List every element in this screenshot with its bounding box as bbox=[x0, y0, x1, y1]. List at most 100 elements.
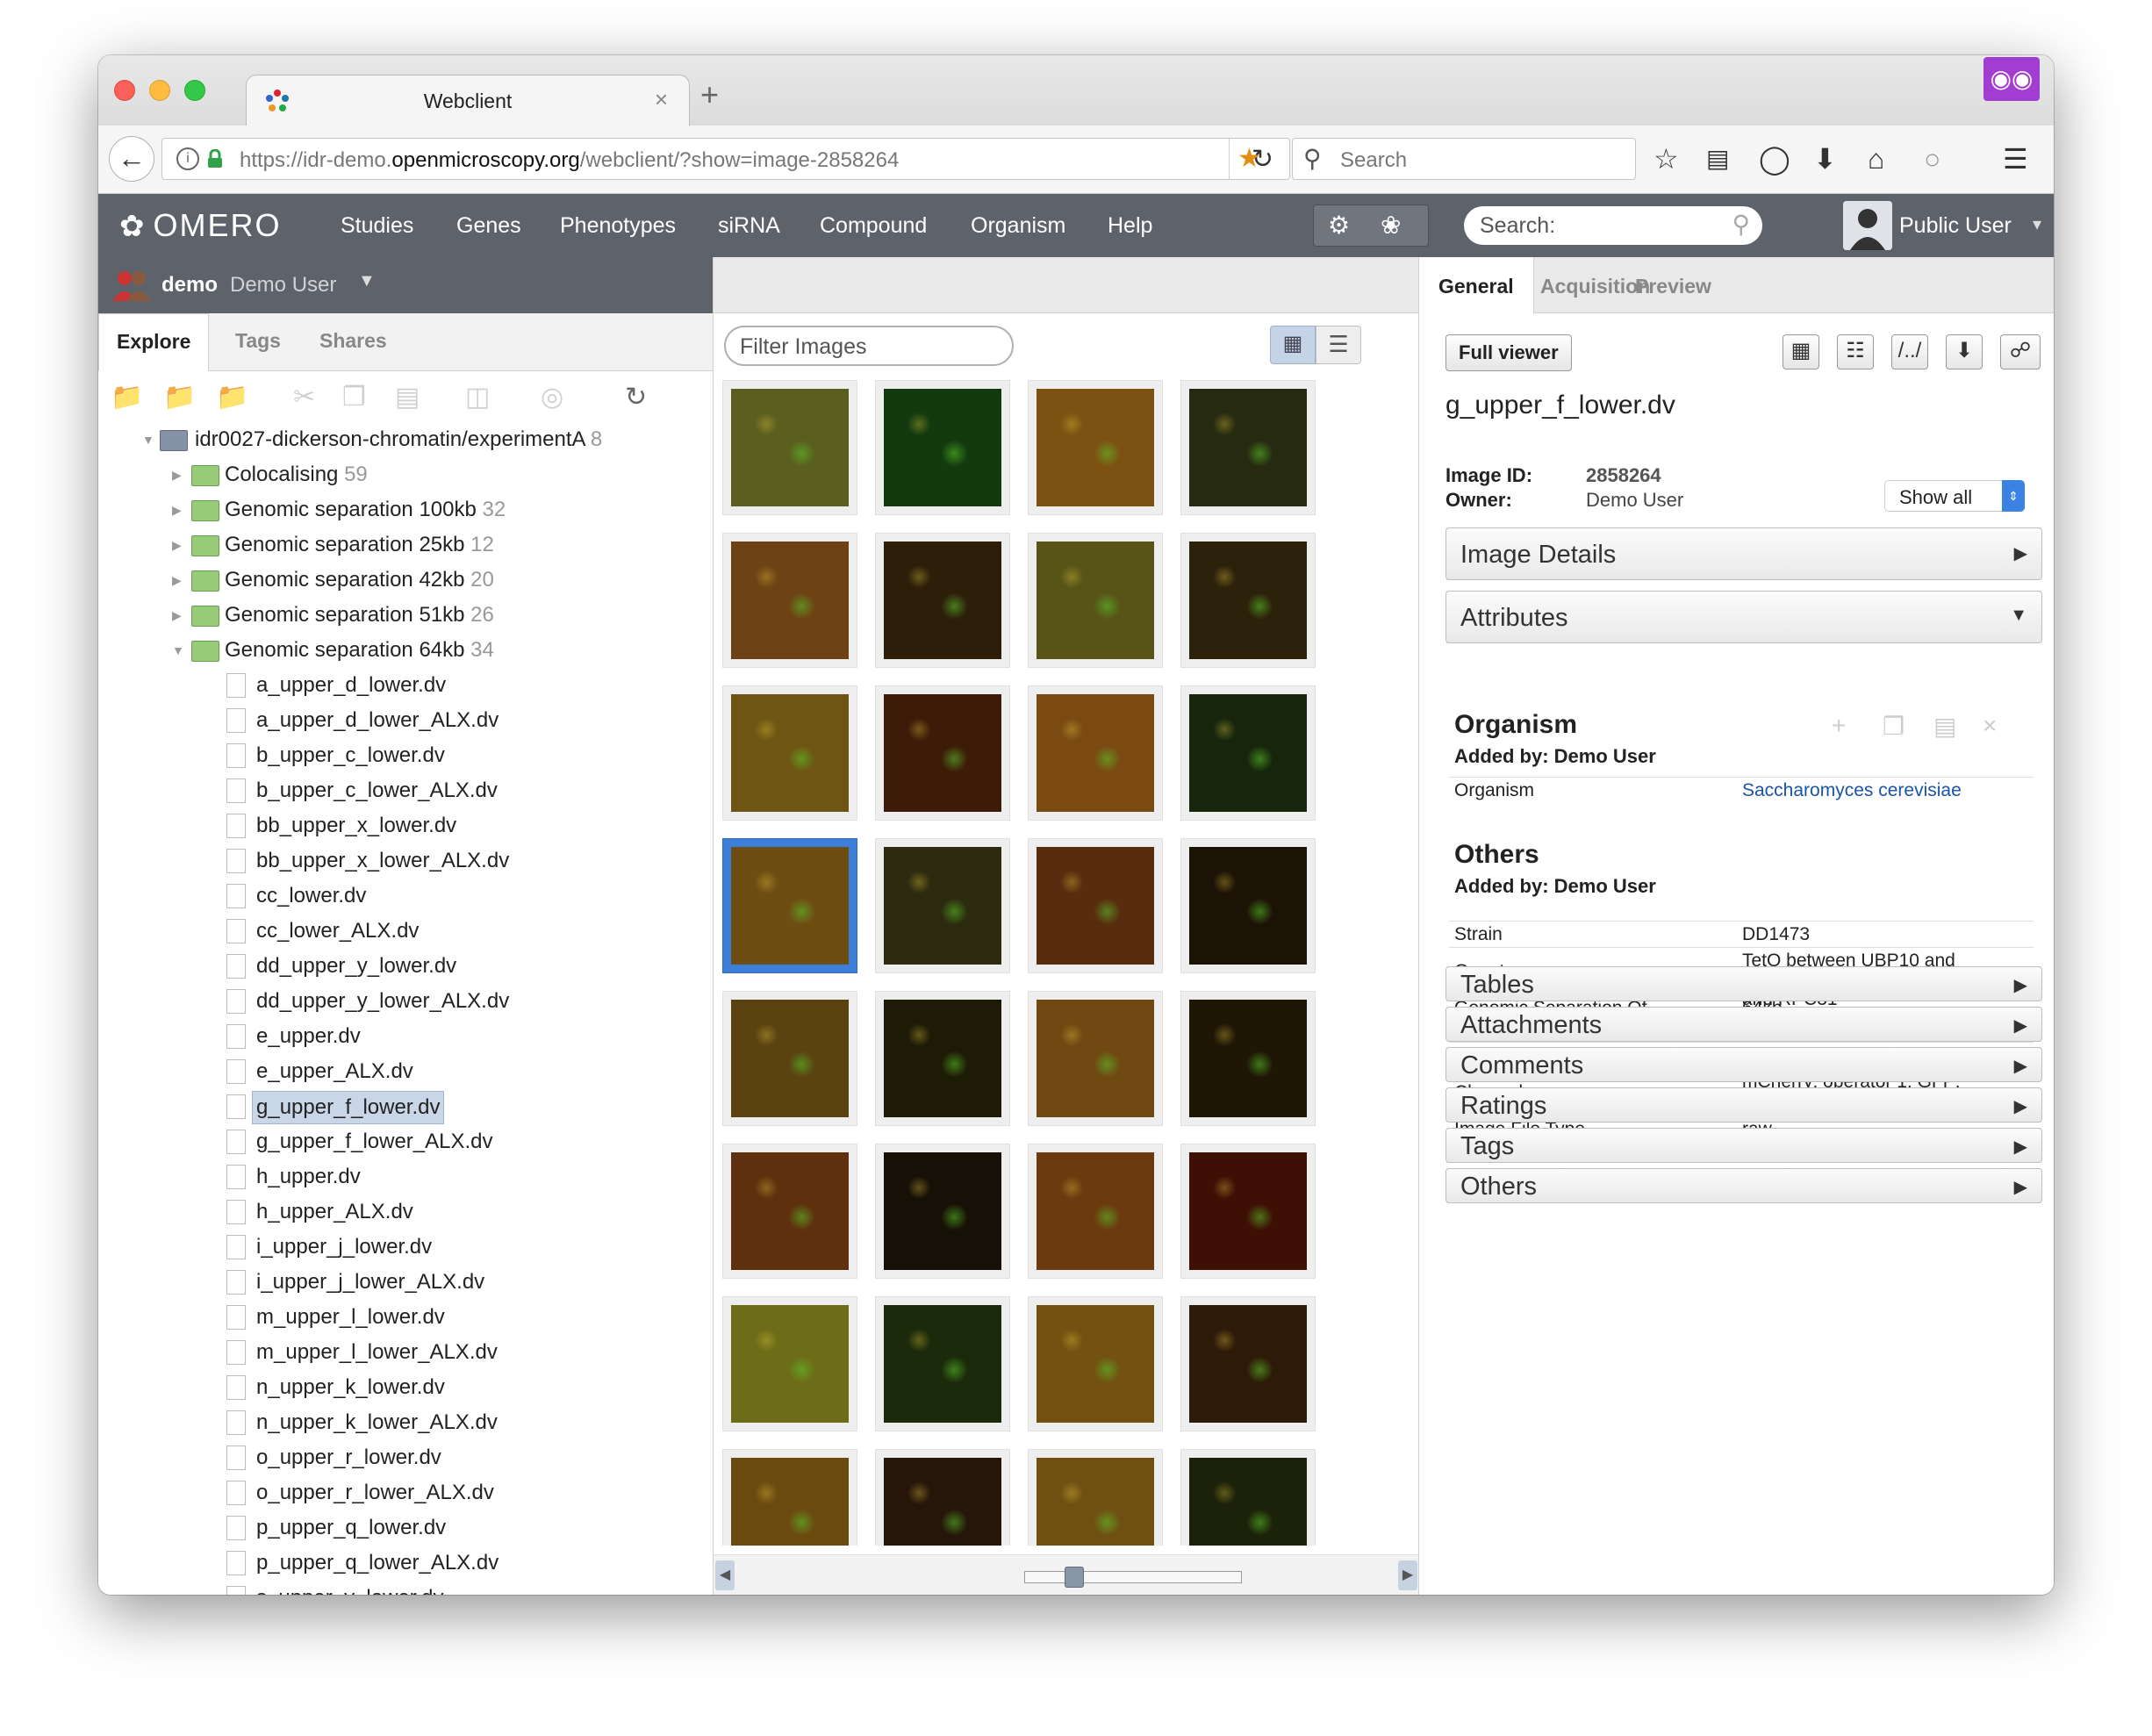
info-icon[interactable]: i bbox=[176, 147, 199, 170]
image-thumbnail[interactable] bbox=[875, 533, 1010, 668]
scroll-right-icon[interactable]: ▶ bbox=[1398, 1560, 1417, 1590]
list-view-icon[interactable]: ☰ bbox=[1316, 326, 1361, 364]
panel-tags[interactable]: Tags ▶ bbox=[1445, 1128, 2042, 1163]
extension-star-icon[interactable]: ★ bbox=[1237, 143, 1261, 174]
reading-list-icon[interactable]: ▤ bbox=[1706, 141, 1729, 176]
nav-sirna[interactable]: siRNA bbox=[718, 213, 780, 239]
chevron-right-icon[interactable]: ▶ bbox=[172, 564, 182, 596]
nav-studies[interactable]: Studies bbox=[341, 213, 413, 239]
new-tab-button[interactable]: + bbox=[700, 76, 719, 113]
image-thumbnail[interactable] bbox=[1180, 1449, 1316, 1546]
zoom-window-button[interactable] bbox=[184, 80, 205, 101]
nav-compound[interactable]: Compound bbox=[820, 213, 927, 239]
grid-view-icon[interactable]: ▦ bbox=[1270, 326, 1316, 364]
scroll-left-icon[interactable]: ◀ bbox=[715, 1560, 735, 1590]
nav-genes[interactable]: Genes bbox=[456, 213, 521, 239]
tab-preview[interactable]: Preview bbox=[1616, 257, 1731, 313]
image-thumbnail[interactable] bbox=[875, 1296, 1010, 1431]
scripts-flower-icon[interactable]: ❀ bbox=[1381, 211, 1401, 240]
image-thumbnail[interactable] bbox=[722, 838, 857, 973]
close-tab-icon[interactable]: × bbox=[655, 86, 668, 113]
chevron-down-icon[interactable]: ▼ bbox=[358, 271, 376, 291]
hierarchy-icon[interactable]: ☷ bbox=[1837, 334, 1874, 369]
cut-icon[interactable]: ✂ bbox=[293, 382, 315, 412]
paste-icon[interactable]: ▤ bbox=[1933, 712, 1956, 741]
image-thumbnail[interactable] bbox=[1028, 533, 1163, 668]
new-dataset-icon[interactable]: 📁 bbox=[163, 382, 196, 412]
nav-organism[interactable]: Organism bbox=[971, 213, 1065, 239]
chat-bubble-icon[interactable]: ○ bbox=[1924, 141, 1940, 176]
private-browsing-mask-icon[interactable]: ◉◉ bbox=[1983, 57, 2040, 101]
panel-tables[interactable]: Tables ▶ bbox=[1445, 966, 2042, 1001]
image-thumbnail[interactable] bbox=[875, 838, 1010, 973]
copy-icon[interactable]: ❐ bbox=[342, 382, 366, 412]
chevron-down-icon[interactable]: ▼ bbox=[172, 635, 184, 666]
panel-image-details[interactable]: Image Details ▶ bbox=[1445, 527, 2042, 580]
chevron-right-icon[interactable]: ▶ bbox=[172, 599, 182, 631]
tab-shares[interactable]: Shares bbox=[302, 313, 405, 371]
path-icon[interactable]: /../ bbox=[1891, 334, 1928, 369]
panel-comments[interactable]: Comments ▶ bbox=[1445, 1047, 2042, 1082]
image-thumbnail[interactable] bbox=[1180, 991, 1316, 1126]
link-icon[interactable]: ☍ bbox=[2000, 334, 2041, 369]
omero-logo[interactable]: ✿ OMERO bbox=[119, 207, 282, 244]
grid-icon[interactable]: ▦ bbox=[1783, 334, 1819, 369]
browser-tab[interactable]: Webclient × bbox=[246, 75, 690, 126]
image-thumbnail[interactable] bbox=[1028, 380, 1163, 515]
close-icon[interactable]: × bbox=[1983, 712, 1997, 740]
nav-help[interactable]: Help bbox=[1108, 213, 1152, 239]
filter-images-input[interactable]: Filter Images bbox=[724, 326, 1014, 366]
user-menu[interactable]: Public User bbox=[1899, 213, 2012, 239]
tab-tags[interactable]: Tags bbox=[218, 313, 298, 371]
app-search-input[interactable]: Search: ⚲ bbox=[1464, 206, 1762, 245]
new-project-icon[interactable]: 📁 bbox=[216, 382, 248, 412]
delete-icon[interactable]: ◫ bbox=[465, 382, 490, 412]
settings-gears-icon[interactable]: ⚙ bbox=[1328, 211, 1350, 240]
image-thumbnail[interactable] bbox=[1028, 838, 1163, 973]
panel-attachments[interactable]: Attachments ▶ bbox=[1445, 1007, 2042, 1042]
image-thumbnail[interactable] bbox=[722, 991, 857, 1126]
chevron-right-icon[interactable]: ▶ bbox=[172, 459, 182, 491]
chevron-right-icon[interactable]: ▶ bbox=[172, 529, 182, 561]
image-thumbnail[interactable] bbox=[875, 380, 1010, 515]
minimize-window-button[interactable] bbox=[149, 80, 170, 101]
zoom-slider[interactable] bbox=[1024, 1567, 1242, 1588]
show-all-select[interactable]: Show all ⇕ bbox=[1884, 480, 2025, 512]
browser-search-box[interactable]: ⚲ Search bbox=[1292, 138, 1636, 180]
tab-general[interactable]: General bbox=[1419, 257, 1534, 313]
full-viewer-button[interactable]: Full viewer bbox=[1445, 334, 1572, 371]
image-thumbnail[interactable] bbox=[1180, 1296, 1316, 1431]
panel-attributes[interactable]: Attributes ▼ bbox=[1445, 591, 2042, 643]
image-thumbnail[interactable] bbox=[1180, 685, 1316, 821]
user-avatar-icon[interactable] bbox=[1843, 201, 1892, 250]
image-thumbnail[interactable] bbox=[722, 1144, 857, 1279]
image-thumbnail[interactable] bbox=[1180, 1144, 1316, 1279]
image-thumbnail[interactable] bbox=[1180, 380, 1316, 515]
home-icon[interactable]: ⌂ bbox=[1868, 141, 1884, 176]
group-user-bar[interactable]: demo Demo User ▼ bbox=[98, 257, 713, 313]
add-icon[interactable]: + bbox=[1832, 712, 1846, 740]
image-thumbnail[interactable] bbox=[722, 685, 857, 821]
image-thumbnail[interactable] bbox=[722, 533, 857, 668]
new-folder-icon[interactable]: 📁 bbox=[111, 382, 143, 412]
panel-ratings[interactable]: Ratings ▶ bbox=[1445, 1087, 2042, 1123]
globe-icon[interactable]: ◎ bbox=[541, 382, 563, 412]
bookmark-star-icon[interactable]: ☆ bbox=[1653, 141, 1679, 176]
zoom-slider-handle[interactable] bbox=[1064, 1567, 1084, 1588]
nav-phenotypes[interactable]: Phenotypes bbox=[560, 213, 676, 239]
chevron-right-icon[interactable]: ▶ bbox=[172, 494, 182, 526]
image-thumbnail[interactable] bbox=[875, 1144, 1010, 1279]
image-thumbnail[interactable] bbox=[1028, 991, 1163, 1126]
image-thumbnail[interactable] bbox=[875, 1449, 1010, 1546]
refresh-icon[interactable]: ↻ bbox=[625, 382, 647, 412]
image-thumbnail[interactable] bbox=[1180, 838, 1316, 973]
annotation-value[interactable]: Saccharomyces cerevisiae bbox=[1742, 781, 2023, 800]
download-icon[interactable]: ⬇ bbox=[1813, 141, 1837, 176]
chevron-down-icon[interactable]: ▼ bbox=[142, 424, 154, 456]
image-thumbnail[interactable] bbox=[722, 380, 857, 515]
image-thumbnail[interactable] bbox=[1028, 1144, 1163, 1279]
image-thumbnail[interactable] bbox=[1180, 533, 1316, 668]
hamburger-menu-icon[interactable]: ☰ bbox=[2003, 141, 2028, 176]
back-button[interactable]: ← bbox=[109, 136, 154, 182]
image-thumbnail[interactable] bbox=[875, 685, 1010, 821]
